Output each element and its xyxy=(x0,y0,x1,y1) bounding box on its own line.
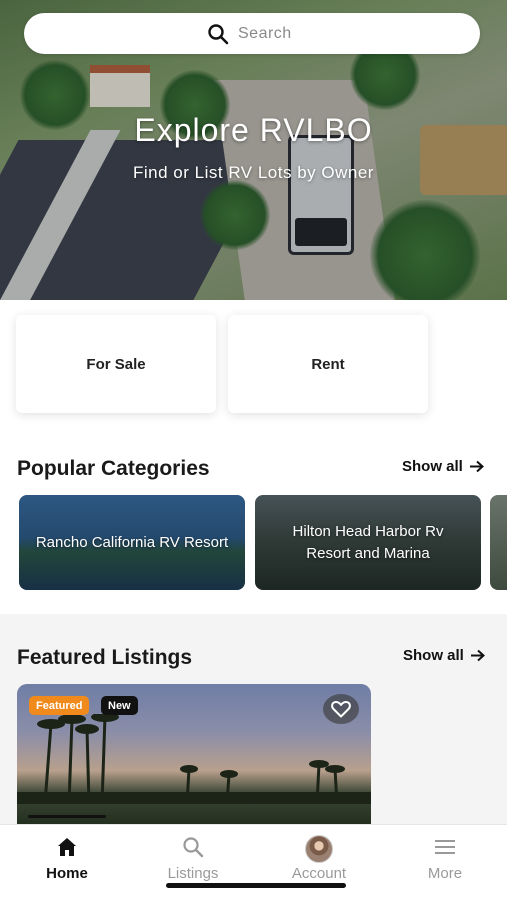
category-card-partial[interactable] xyxy=(490,495,507,590)
category-card[interactable]: Hilton Head Harbor Rv Resort and Marina xyxy=(255,495,481,590)
favorite-button[interactable] xyxy=(323,694,359,724)
popular-categories-title: Popular Categories xyxy=(17,457,210,480)
tab-bar: Home Listings Account More xyxy=(0,824,507,900)
search-bar[interactable] xyxy=(24,13,480,54)
tab-account[interactable]: Account xyxy=(264,835,374,882)
hero-subtitle: Find or List RV Lots by Owner xyxy=(133,163,374,182)
new-badge: New xyxy=(101,696,138,715)
menu-icon xyxy=(435,840,455,854)
popular-show-all-button[interactable]: Show all xyxy=(402,458,484,475)
home-icon xyxy=(58,838,76,856)
for-sale-label: For Sale xyxy=(86,355,146,373)
rent-label: Rent xyxy=(311,355,345,373)
show-all-label: Show all xyxy=(402,458,463,475)
tab-label: Account xyxy=(291,865,347,882)
arrow-right-icon xyxy=(469,460,484,473)
tab-label: Listings xyxy=(167,865,219,882)
search-icon xyxy=(183,837,204,858)
listing-card[interactable]: Featured New xyxy=(17,684,371,824)
featured-listings-title: Featured Listings xyxy=(17,646,193,669)
category-card[interactable]: Rancho California RV Resort xyxy=(19,495,245,590)
hero-title: Explore RVLBO xyxy=(134,112,373,148)
tab-label: More xyxy=(427,865,463,882)
category-label: Rancho California RV Resort xyxy=(35,533,229,551)
avatar xyxy=(305,835,333,863)
category-label: Hilton Head Harbor Rv Resort and Marina xyxy=(292,522,444,562)
listing-photo xyxy=(17,714,371,804)
home-indicator xyxy=(166,883,346,888)
search-icon xyxy=(208,23,229,44)
scroll-indicator xyxy=(28,815,106,818)
search-input[interactable] xyxy=(238,24,298,43)
arrow-right-icon xyxy=(470,649,485,662)
show-all-label: Show all xyxy=(403,647,464,664)
featured-badge: Featured xyxy=(29,696,90,715)
tab-home[interactable]: Home xyxy=(12,835,122,882)
rent-button[interactable]: Rent xyxy=(228,315,428,413)
heart-icon xyxy=(331,701,351,718)
tab-listings[interactable]: Listings xyxy=(138,835,248,882)
tab-more[interactable]: More xyxy=(390,835,500,882)
tab-label: Home xyxy=(46,865,88,882)
featured-show-all-button[interactable]: Show all xyxy=(403,647,485,664)
for-sale-button[interactable]: For Sale xyxy=(16,315,216,413)
